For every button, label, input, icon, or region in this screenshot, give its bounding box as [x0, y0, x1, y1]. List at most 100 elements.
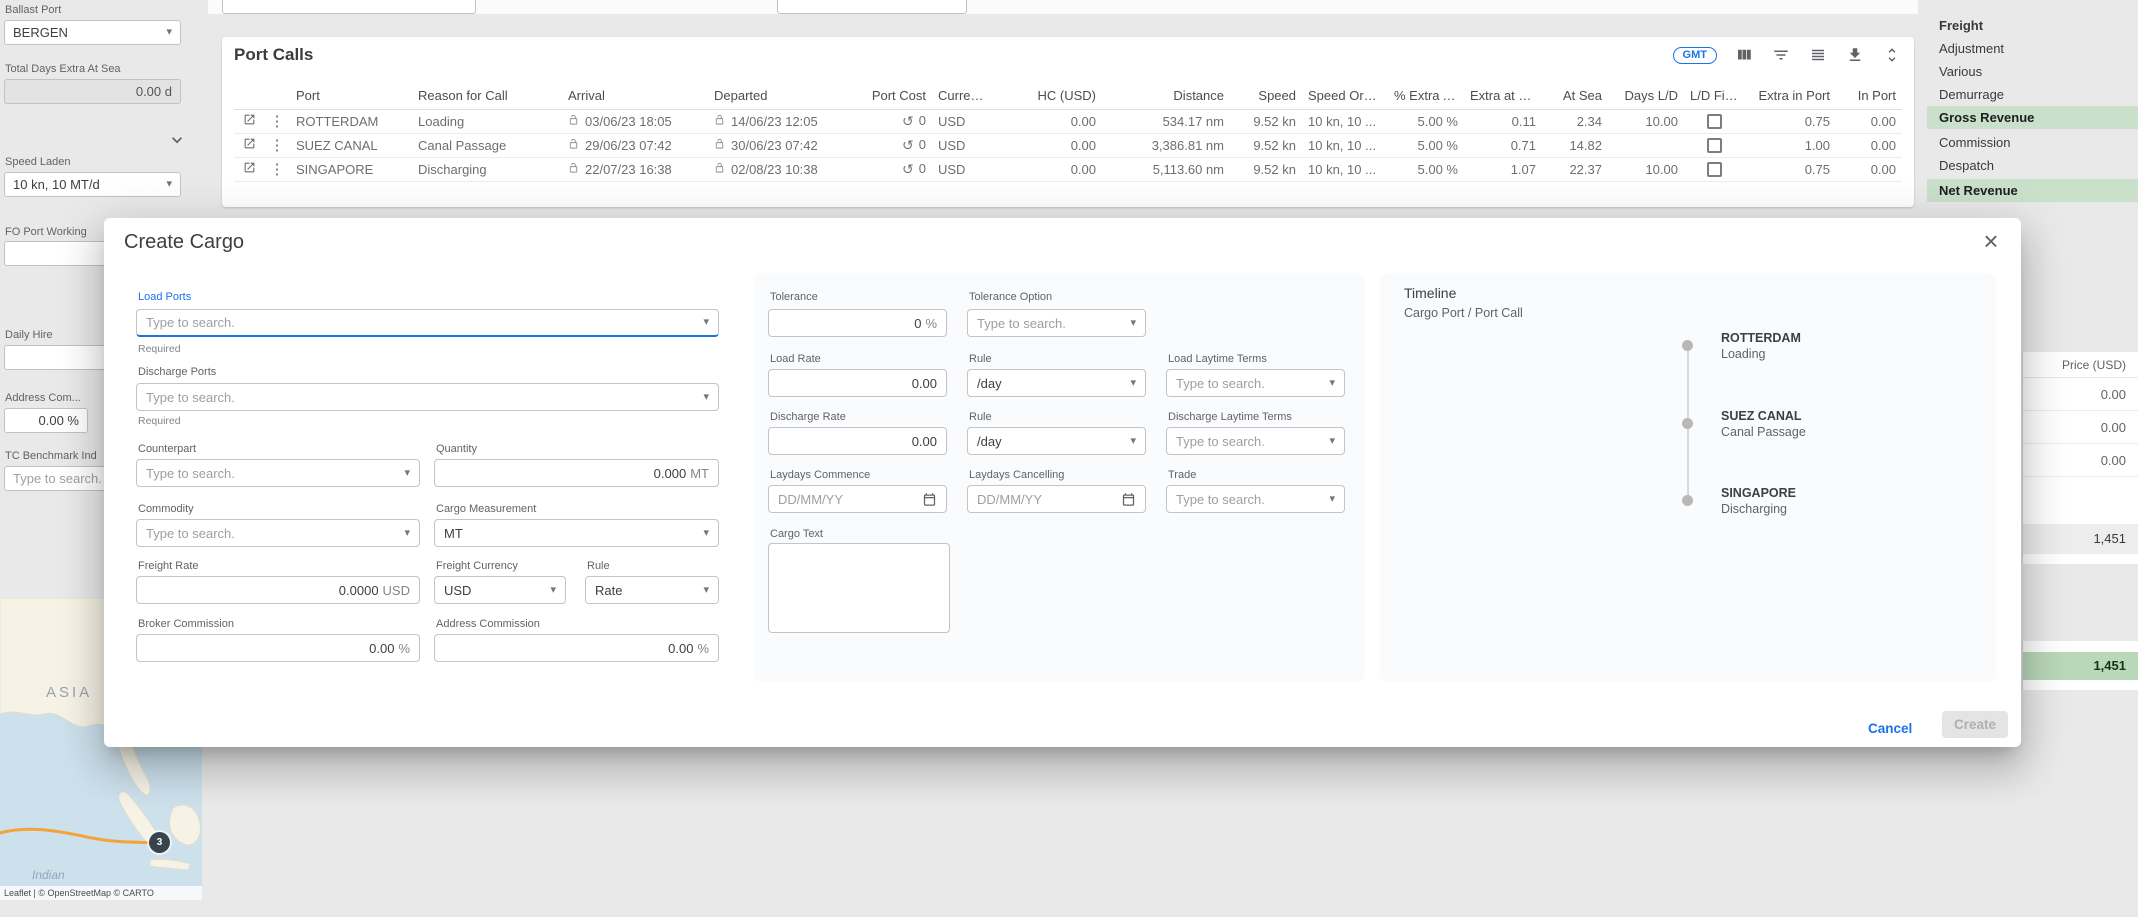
column-header-hc[interactable]: HC (USD): [994, 83, 1102, 109]
filter-icon[interactable]: [1771, 45, 1791, 65]
map-attribution: Leaflet | © OpenStreetMap © CARTO: [0, 886, 202, 900]
load-rule-select[interactable]: /day ▾: [967, 369, 1146, 397]
load-rate-label: Load Rate: [770, 353, 821, 365]
column-header-distance[interactable]: Distance: [1102, 83, 1230, 109]
load-laytime-terms-select[interactable]: Type to search. ▾: [1166, 369, 1345, 397]
laydays-commence-input[interactable]: DD/MM/YY: [768, 485, 947, 513]
freight-currency-select[interactable]: USD ▾: [434, 576, 566, 604]
column-header-extra-in-port[interactable]: Extra in Port: [1744, 83, 1836, 109]
counterpart-select[interactable]: Type to search. ▾: [136, 459, 420, 487]
freight-rule-select[interactable]: Rate ▾: [585, 576, 719, 604]
column-header-arrival[interactable]: Arrival: [562, 83, 708, 109]
ld-fixed-checkbox[interactable]: [1707, 162, 1722, 177]
gmt-badge[interactable]: GMT: [1673, 47, 1717, 64]
departed-cell: 14/06/23 12:05: [731, 114, 818, 129]
toolbar-field[interactable]: [777, 0, 967, 14]
discharge-ports-input[interactable]: Type to search. ▾: [136, 383, 719, 411]
speed-cell: 9.52 kn: [1230, 109, 1302, 133]
ballast-port-select[interactable]: BERGEN ▾: [4, 20, 181, 45]
timeline-subtitle: Cargo Port / Port Call: [1404, 306, 1523, 320]
toolbar-field[interactable]: [222, 0, 476, 14]
days-ld-cell: 10.00: [1608, 109, 1684, 133]
collapse-chevron-icon[interactable]: [166, 129, 188, 151]
currency-cell: USD: [932, 157, 994, 181]
open-in-new-icon[interactable]: [243, 113, 256, 126]
counterpart-label: Counterpart: [138, 443, 196, 455]
column-header-reason[interactable]: Reason for Call: [412, 83, 562, 109]
cancel-button[interactable]: Cancel: [1860, 717, 1920, 740]
column-header-extra-at-sea[interactable]: Extra at Sea: [1464, 83, 1542, 109]
pnl-item-despatch[interactable]: Despatch: [1927, 154, 2138, 177]
open-in-new-icon[interactable]: [243, 137, 256, 150]
download-icon[interactable]: [1845, 45, 1865, 65]
column-header-at-sea[interactable]: At Sea: [1542, 83, 1608, 109]
pnl-item-demurrage[interactable]: Demurrage: [1927, 83, 2138, 106]
ld-fixed-checkbox[interactable]: [1707, 114, 1722, 129]
pnl-item-net-revenue[interactable]: Net Revenue: [1927, 179, 2138, 202]
column-header-port-cost[interactable]: Port Cost: [854, 83, 932, 109]
address-commission-label: Address Commission: [436, 618, 540, 630]
column-header-days-ld[interactable]: Days L/D: [1608, 83, 1684, 109]
tolerance-option-select[interactable]: Type to search. ▾: [967, 309, 1146, 337]
more-vert-icon[interactable]: ⋮: [270, 160, 285, 178]
column-header-currency[interactable]: Currency: [932, 83, 994, 109]
trade-select[interactable]: Type to search. ▾: [1166, 485, 1345, 513]
address-commission-input[interactable]: 0.00%: [434, 634, 719, 662]
tolerance-input[interactable]: 0%: [768, 309, 947, 337]
discharge-rate-input[interactable]: 0.00: [768, 427, 947, 455]
column-header-pct-extra[interactable]: % Extra At ...: [1388, 83, 1464, 109]
pnl-item-various[interactable]: Various: [1927, 60, 2138, 83]
cargo-text-input[interactable]: [768, 543, 950, 633]
view-list-icon[interactable]: [1808, 45, 1828, 65]
cargo-measurement-select[interactable]: MT ▾: [434, 519, 719, 547]
reason-cell: Canal Passage: [412, 133, 562, 157]
lock-icon: [568, 162, 579, 177]
speed-laden-select[interactable]: 10 kn, 10 MT/d ▾: [4, 172, 181, 197]
column-header-port[interactable]: Port: [290, 83, 412, 109]
open-in-new-icon[interactable]: [243, 161, 256, 174]
freight-rate-input[interactable]: 0.0000USD: [136, 576, 420, 604]
view-columns-icon[interactable]: [1734, 45, 1754, 65]
more-vert-icon[interactable]: ⋮: [270, 112, 285, 130]
calendar-icon[interactable]: [922, 492, 937, 507]
column-header-in-port[interactable]: In Port: [1836, 83, 1902, 109]
unfold-more-icon[interactable]: [1882, 45, 1902, 65]
pnl-item-gross-revenue[interactable]: Gross Revenue: [1927, 106, 2138, 129]
pnl-item-commission[interactable]: Commission: [1927, 131, 2138, 154]
laydays-cancelling-input[interactable]: DD/MM/YY: [967, 485, 1146, 513]
close-icon[interactable]: ×: [1976, 226, 2006, 256]
map-region-label: ASIA: [46, 684, 92, 701]
extra-at-sea-cell: 0.11: [1464, 109, 1542, 133]
more-vert-icon[interactable]: ⋮: [270, 136, 285, 154]
commodity-select[interactable]: Type to search. ▾: [136, 519, 420, 547]
laydays-commence-label: Laydays Commence: [770, 469, 870, 481]
port-call-row[interactable]: ⋮ SINGAPORE Discharging 22/07/23 16:38 0…: [234, 157, 1902, 181]
discharge-rule-label: Rule: [969, 411, 992, 423]
map-cluster-marker[interactable]: 3: [149, 832, 170, 853]
port-call-row[interactable]: ⋮ ROTTERDAM Loading 03/06/23 18:05 14/06…: [234, 109, 1902, 133]
history-icon[interactable]: ↺: [902, 138, 914, 152]
discharge-rule-select[interactable]: /day ▾: [967, 427, 1146, 455]
column-header-speed-order[interactable]: Speed Order: [1302, 83, 1388, 109]
ld-fixed-checkbox[interactable]: [1707, 138, 1722, 153]
load-ports-input[interactable]: Type to search. ▾: [136, 309, 719, 337]
discharge-laytime-terms-select[interactable]: Type to search. ▾: [1166, 427, 1345, 455]
daily-hire-label: Daily Hire: [5, 329, 53, 341]
quantity-input[interactable]: 0.000MT: [434, 459, 719, 487]
pnl-item-freight[interactable]: Freight: [1927, 14, 2138, 37]
load-rate-input[interactable]: 0.00: [768, 369, 947, 397]
create-button[interactable]: Create: [1942, 711, 2008, 738]
arrival-cell: 29/06/23 07:42: [585, 138, 672, 153]
column-header-departed[interactable]: Departed: [708, 83, 854, 109]
calendar-icon[interactable]: [1121, 492, 1136, 507]
history-icon[interactable]: ↺: [902, 162, 914, 176]
cargo-measurement-label: Cargo Measurement: [436, 503, 536, 515]
address-commission-sidebar-field[interactable]: 0.00 %: [4, 408, 88, 433]
column-header-ld-fixed[interactable]: L/D Fixed: [1684, 83, 1744, 109]
broker-commission-input[interactable]: 0.00%: [136, 634, 420, 662]
column-header-speed[interactable]: Speed: [1230, 83, 1302, 109]
port-call-row[interactable]: ⋮ SUEZ CANAL Canal Passage 29/06/23 07:4…: [234, 133, 1902, 157]
history-icon[interactable]: ↺: [902, 114, 914, 128]
pnl-item-adjustment[interactable]: Adjustment: [1927, 37, 2138, 60]
tolerance-label: Tolerance: [770, 291, 818, 303]
